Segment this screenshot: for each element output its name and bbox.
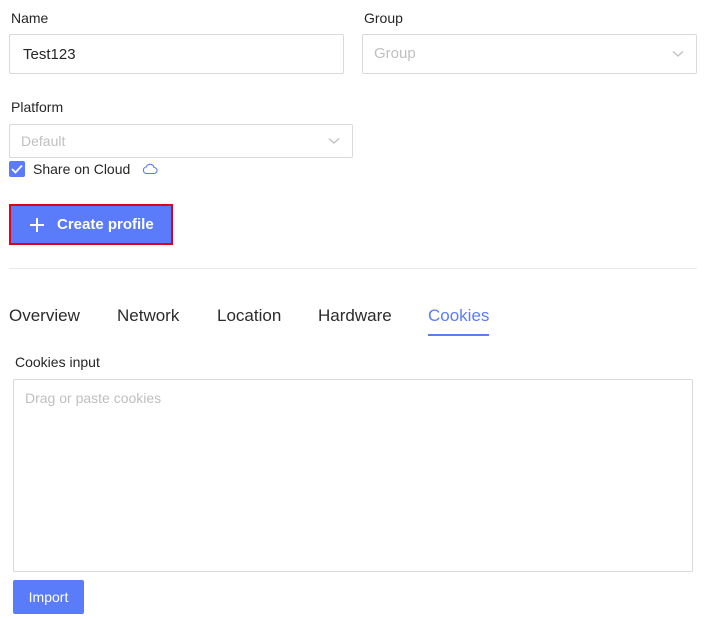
tab-cookies[interactable]: Cookies: [428, 306, 489, 326]
platform-select-placeholder: Default: [21, 133, 66, 149]
platform-label: Platform: [11, 99, 64, 115]
name-input[interactable]: [9, 34, 344, 74]
cookies-textarea[interactable]: [13, 379, 693, 572]
group-select-placeholder: Group: [374, 45, 416, 62]
section-divider: [9, 268, 697, 269]
share-on-cloud-checkbox[interactable]: [9, 161, 25, 177]
tab-hardware[interactable]: Hardware: [318, 306, 392, 326]
active-tab-indicator: [428, 334, 489, 336]
name-label: Name: [11, 10, 49, 26]
group-label: Group: [364, 10, 403, 26]
platform-select[interactable]: Default: [9, 124, 353, 158]
group-select[interactable]: Group: [362, 34, 697, 74]
profile-form-page: Name Group Group Platform Default Share …: [0, 0, 709, 619]
create-profile-label: Create profile: [57, 216, 154, 233]
check-icon: [11, 164, 23, 174]
plus-icon: [30, 217, 44, 232]
chevron-down-icon: [328, 138, 340, 144]
chevron-down-icon: [672, 51, 684, 57]
create-profile-button[interactable]: Create profile: [9, 204, 173, 245]
cloud-icon: [142, 163, 158, 175]
tab-overview[interactable]: Overview: [9, 306, 80, 326]
cookies-input-label: Cookies input: [15, 354, 100, 370]
tab-network[interactable]: Network: [117, 306, 179, 326]
tab-location[interactable]: Location: [217, 306, 281, 326]
import-button[interactable]: Import: [13, 580, 84, 614]
share-on-cloud-label: Share on Cloud: [33, 161, 131, 177]
